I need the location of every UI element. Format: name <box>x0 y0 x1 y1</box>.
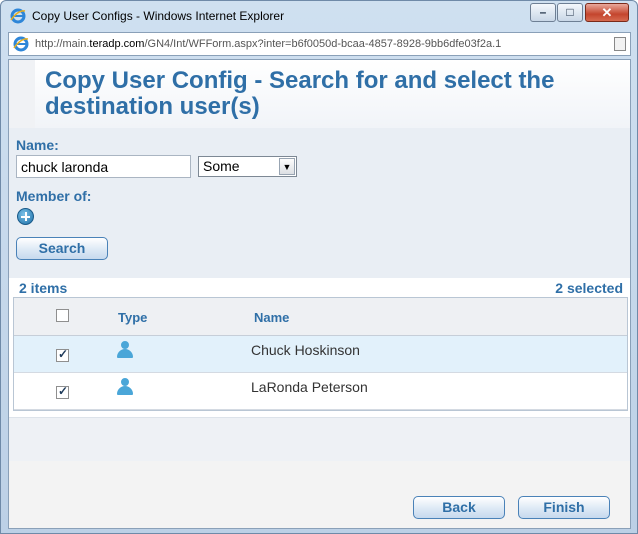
browser-window: Copy User Configs - Windows Internet Exp… <box>0 0 638 534</box>
minimize-button[interactable]: – <box>530 3 556 22</box>
selected-count: 2 selected <box>555 280 623 296</box>
results-table: Type Name Chuck Hoskinson LaRonda Peters… <box>13 297 628 411</box>
page-icon <box>614 37 626 51</box>
row-user-name: Chuck Hoskinson <box>251 342 360 358</box>
window-title: Copy User Configs - Windows Internet Exp… <box>32 9 285 23</box>
page-title: Copy User Config - Search for and select… <box>45 67 555 120</box>
table-row[interactable]: LaRonda Peterson <box>14 373 627 410</box>
page-content: Copy User Config - Search for and select… <box>8 59 631 529</box>
url-path: /GN4/Int/WFForm.aspx?inter=b6f0050d-bcaa… <box>144 38 502 50</box>
user-icon-head <box>121 378 129 386</box>
maximize-button[interactable]: □ <box>557 3 583 22</box>
match-mode-value: Some <box>203 158 240 174</box>
back-button[interactable]: Back <box>413 496 505 519</box>
match-mode-select[interactable]: Some ▼ <box>198 156 297 177</box>
address-bar[interactable]: http://main.teradp.com/GN4/Int/WFForm.as… <box>8 32 631 56</box>
internet-explorer-icon <box>10 8 26 24</box>
header-strip <box>9 60 35 128</box>
user-icon-head <box>121 341 129 349</box>
close-button[interactable]: ✕ <box>585 3 629 22</box>
results-footer <box>9 417 630 461</box>
maximize-icon: □ <box>566 5 574 19</box>
user-icon <box>117 378 133 395</box>
member-of-label: Member of: <box>16 188 92 204</box>
column-header-name[interactable]: Name <box>254 310 289 325</box>
table-header: Type Name <box>14 298 627 336</box>
row-user-name: LaRonda Peterson <box>251 379 368 395</box>
item-count: 2 items <box>19 280 68 296</box>
row-checkbox[interactable] <box>56 384 69 399</box>
dropdown-arrow-icon[interactable]: ▼ <box>279 158 295 175</box>
close-icon: ✕ <box>601 5 613 20</box>
title-bar: Copy User Configs - Windows Internet Exp… <box>1 1 637 31</box>
table-row[interactable]: Chuck Hoskinson <box>14 336 627 373</box>
user-icon-body <box>117 386 133 395</box>
name-input[interactable] <box>16 155 191 178</box>
page-header: Copy User Config - Search for and select… <box>9 60 630 128</box>
finish-button[interactable]: Finish <box>518 496 610 519</box>
column-header-type[interactable]: Type <box>118 310 147 325</box>
internet-explorer-icon <box>13 36 29 52</box>
select-all-checkbox[interactable] <box>56 309 69 322</box>
user-icon-body <box>117 349 133 358</box>
add-group-icon[interactable] <box>17 208 34 225</box>
name-label: Name: <box>16 137 59 153</box>
address-url: http://main.teradp.com/GN4/Int/WFForm.as… <box>35 38 501 50</box>
user-icon <box>117 341 133 358</box>
minimize-icon: – <box>539 5 547 19</box>
url-prefix: http://main. <box>35 38 90 50</box>
url-host: teradp.com <box>89 38 145 50</box>
search-button[interactable]: Search <box>16 237 108 260</box>
row-checkbox[interactable] <box>56 347 69 362</box>
